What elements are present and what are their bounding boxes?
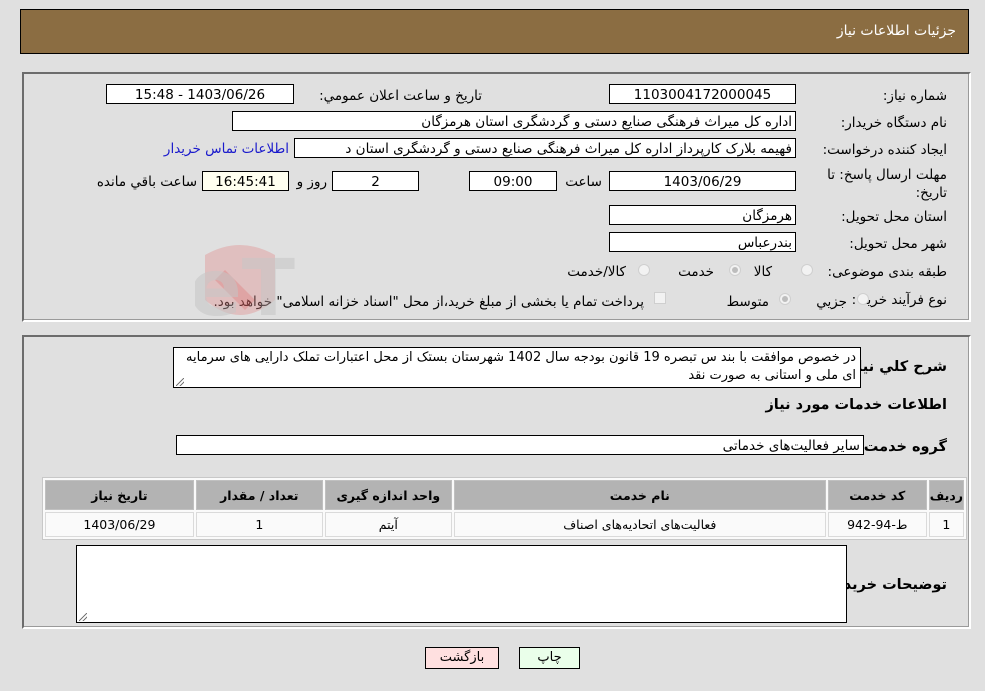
need-description-panel: شرح كلي نياز: در خصوص موافقت با بند س تب… [22, 335, 971, 629]
buyer-org-label: نام دستگاه خريدار: [840, 115, 947, 131]
description-textarea[interactable]: در خصوص موافقت با بند س تبصره 19 قانون ب… [173, 347, 861, 388]
process-radio-medium[interactable] [779, 293, 791, 305]
deadline-date-field[interactable]: 1403/06/29 [609, 171, 796, 191]
city-label: شهر محل تحويل: [849, 236, 947, 252]
col-service-name: نام خدمت [453, 480, 826, 510]
deadline-time-label: ساعت [565, 174, 602, 190]
deadline-label: مهلت ارسال پاسخ: تا تاريخ: [827, 167, 947, 201]
col-row-number: رديف [928, 480, 964, 510]
category-option-service: خدمت [678, 264, 714, 280]
creator-field[interactable]: فهیمه بلارک کارپرداز اداره کل میراث فرهن… [294, 138, 796, 158]
page-title: جزئیات اطلاعات نیاز [836, 23, 956, 39]
process-radio-minor[interactable] [857, 293, 869, 305]
province-label: استان محل تحويل: [841, 209, 947, 225]
deadline-time-field[interactable]: 09:00 [469, 171, 557, 191]
buyer-contact-link[interactable]: اطلاعات تماس خريدار [164, 141, 289, 157]
category-radio-goods[interactable] [801, 264, 813, 276]
cell-service-name: فعالیت‌های اتحادیه‌های اصناف [453, 512, 826, 537]
need-number-label: شماره نیاز: [882, 88, 947, 104]
category-option-goods: كالا [753, 264, 772, 280]
print-button[interactable]: چاپ [519, 647, 580, 669]
remaining-time-label: ساعت باقي مانده [96, 174, 197, 190]
table-row: 1 ط-94-942 فعالیت‌های اتحادیه‌های اصناف … [45, 512, 964, 537]
announce-date-field[interactable]: 1403/06/26 - 15:48 [106, 84, 294, 104]
category-label: طبقه بندی موضوعی: [827, 264, 947, 280]
description-text: در خصوص موافقت با بند س تبصره 19 قانون ب… [186, 350, 856, 383]
back-button[interactable]: بازگشت [425, 647, 499, 669]
col-unit: واحد اندازه گيری [324, 480, 452, 510]
page-header: جزئیات اطلاعات نیاز [20, 9, 969, 54]
cell-unit: آیتم [324, 512, 452, 537]
service-group-field[interactable]: سایر فعالیت‌های خدماتی [176, 435, 864, 455]
category-radio-service[interactable] [729, 264, 741, 276]
buyer-org-field[interactable]: اداره کل میراث فرهنگی صنایع دستی و گردشگ… [232, 111, 796, 131]
resize-grip-icon[interactable] [79, 613, 87, 621]
announce-date-label: تاريخ و ساعت اعلان عمومي: [319, 88, 482, 104]
services-table: رديف كد خدمت نام خدمت واحد اندازه گيری ت… [42, 477, 967, 540]
cell-row-number: 1 [928, 512, 964, 537]
col-service-code: كد خدمت [827, 480, 927, 510]
days-label: روز و [296, 174, 327, 190]
category-option-goods-service: كالا/خدمت [567, 264, 626, 280]
col-quantity: تعداد / مقدار [195, 480, 323, 510]
need-number-field[interactable]: 1103004172000045 [609, 84, 796, 104]
buyer-notes-textarea[interactable] [76, 545, 847, 623]
services-section-title: اطلاعات خدمات مورد نياز [765, 397, 947, 413]
category-radio-goods-service[interactable] [638, 264, 650, 276]
treasury-checkbox[interactable] [654, 292, 666, 304]
cell-service-code: ط-94-942 [827, 512, 927, 537]
creator-label: ایجاد کننده درخواست: [822, 142, 947, 158]
process-option-medium: متوسط [726, 294, 769, 310]
service-group-label: گروه خدمت: [857, 439, 947, 455]
city-field[interactable]: بندرعباس [609, 232, 796, 252]
remaining-days-field[interactable]: 2 [332, 171, 419, 191]
need-details-panel: شماره نیاز: 1103004172000045 تاريخ و ساع… [22, 72, 971, 322]
cell-need-date: 1403/06/29 [45, 512, 194, 537]
cell-quantity: 1 [195, 512, 323, 537]
resize-grip-icon[interactable] [176, 378, 184, 386]
services-table-header: رديف كد خدمت نام خدمت واحد اندازه گيری ت… [45, 480, 964, 510]
province-field[interactable]: هرمزگان [609, 205, 796, 225]
remaining-time-field: 16:45:41 [202, 171, 289, 191]
treasury-note: پرداخت تمام یا بخشی از مبلغ خرید،از محل … [213, 294, 644, 310]
col-need-date: تاريخ نياز [45, 480, 194, 510]
process-option-minor: جزيي [816, 294, 847, 310]
